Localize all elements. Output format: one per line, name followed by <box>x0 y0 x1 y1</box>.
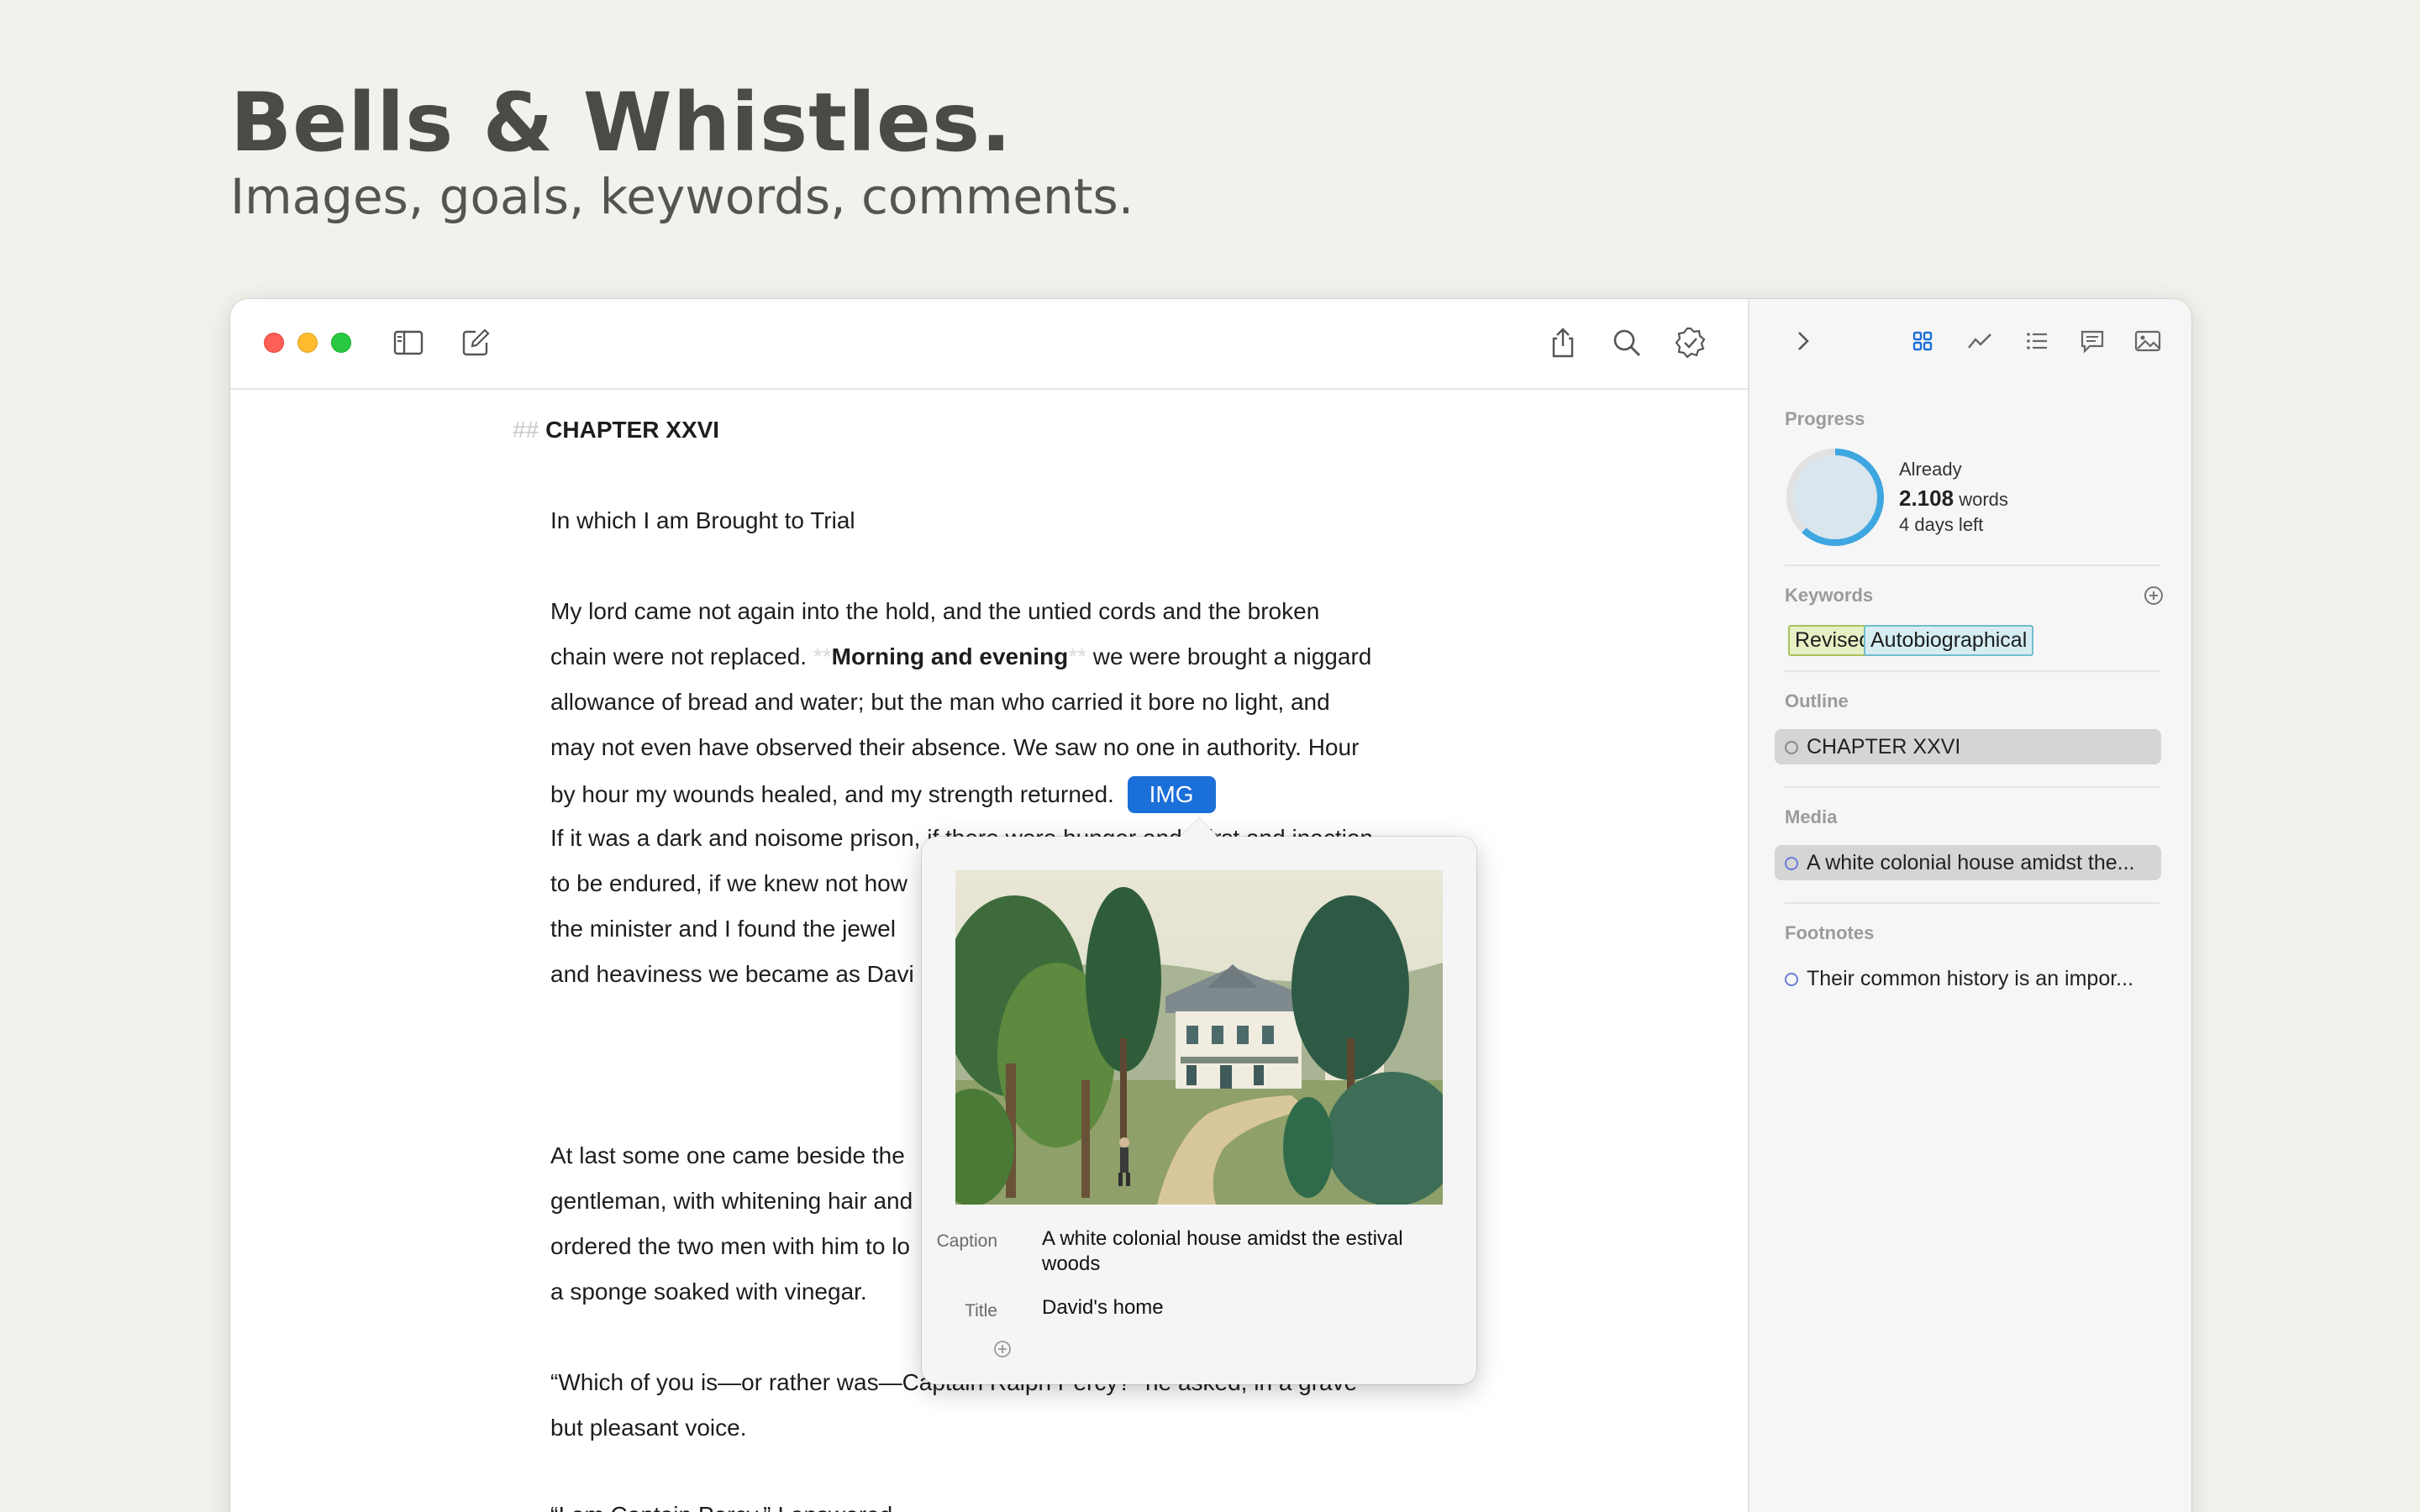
word-count: 2.108 <box>1899 486 1954 511</box>
word-count-label: words <box>1959 489 2008 510</box>
title-value[interactable]: David's home <box>1042 1295 1164 1320</box>
paragraph-line[interactable]: the minister and I found the jewel <box>550 916 896 942</box>
paragraph-line[interactable]: a sponge soaked with vinegar. <box>550 1278 867 1305</box>
footnotes-title: Footnotes <box>1785 922 1875 943</box>
paragraph-line[interactable]: allowance of bread and water; but the ma… <box>550 689 1330 716</box>
stats-icon[interactable] <box>1965 326 1995 356</box>
image-preview[interactable] <box>955 870 1443 1205</box>
progress-already: Already <box>1899 459 1962 480</box>
hero-subtitle: Images, goals, keywords, comments. <box>230 168 1134 225</box>
media-bullet-icon <box>1785 857 1798 870</box>
house-illustration <box>955 870 1443 1205</box>
image-icon[interactable] <box>2133 326 2163 356</box>
outline-item[interactable]: CHAPTER XXVI <box>1775 729 2161 764</box>
caption-value[interactable]: A white colonial house amidst the estiva… <box>1042 1226 1445 1277</box>
paragraph-line[interactable]: My lord came not again into the hold, an… <box>550 598 1319 625</box>
progress-days-left: 4 days left <box>1899 514 1984 535</box>
comment-icon[interactable] <box>2077 326 2107 356</box>
paragraph-line[interactable]: “I am Captain Percy,” I answered. <box>550 1502 899 1512</box>
divider <box>1785 670 2160 672</box>
outline-title: Outline <box>1785 690 1849 711</box>
paragraph-line[interactable]: may not even have observed their absence… <box>550 734 1359 761</box>
paragraph-line[interactable]: to be endured, if we knew not how <box>550 870 908 897</box>
outline-bullet-icon <box>1785 741 1798 754</box>
popover-arrow <box>1181 817 1218 854</box>
paragraph-line[interactable]: by hour my wounds healed, and my strengt… <box>550 776 1216 813</box>
paragraph-line[interactable]: and heaviness we became as Davi <box>550 961 914 988</box>
grid-icon[interactable] <box>1907 326 1938 356</box>
heading-marker: ## <box>513 417 539 443</box>
chapter-subheading[interactable]: In which I am Brought to Trial <box>550 507 855 534</box>
image-popover: Caption A white colonial house amidst th… <box>922 817 1476 1384</box>
bold-text: Morning and evening <box>831 643 1069 669</box>
progress-words: 2.108 words <box>1899 486 2008 512</box>
add-keyword-icon[interactable] <box>2143 585 2165 606</box>
divider <box>1785 786 2160 788</box>
chapter-heading-line[interactable]: ## CHAPTER XXVI <box>513 417 719 444</box>
progress-ring <box>1785 447 1886 548</box>
progress-title: Progress <box>1785 408 1865 429</box>
divider <box>1785 564 2160 566</box>
media-item[interactable]: A white colonial house amidst the... <box>1775 845 2161 880</box>
paragraph-line[interactable]: ordered the two men with him to lo <box>550 1233 910 1260</box>
footnote-bullet-icon <box>1785 973 1798 986</box>
add-field-icon[interactable] <box>992 1339 1013 1359</box>
chevron-right-icon[interactable] <box>1788 326 1818 356</box>
inspector-sidebar: Progress Already 2.108 words 4 days left… <box>1748 299 2191 1512</box>
img-tag-button[interactable]: IMG <box>1127 776 1216 813</box>
document-text-layer: ## CHAPTER XXVI In which I am Brought to … <box>230 299 1748 1512</box>
media-title: Media <box>1785 806 1838 827</box>
title-label: Title <box>965 1301 997 1320</box>
keyword-tag[interactable]: Autobiographical <box>1864 625 2034 656</box>
keywords-title: Keywords <box>1785 585 1874 606</box>
caption-label: Caption <box>936 1231 997 1251</box>
paragraph-line[interactable]: chain were not replaced. **Morning and e… <box>550 643 1371 670</box>
paragraph-line[interactable]: At last some one came beside the <box>550 1142 905 1169</box>
paragraph-line[interactable]: gentleman, with whitening hair and <box>550 1188 913 1215</box>
list-icon[interactable] <box>2022 326 2052 356</box>
footnote-item[interactable]: Their common history is an impor... <box>1775 961 2161 996</box>
chapter-heading-text: CHAPTER XXVI <box>545 417 720 443</box>
divider <box>1785 902 2160 904</box>
hero-title: Bells & Whistles. <box>230 76 1013 170</box>
paragraph-line[interactable]: but pleasant voice. <box>550 1415 747 1441</box>
